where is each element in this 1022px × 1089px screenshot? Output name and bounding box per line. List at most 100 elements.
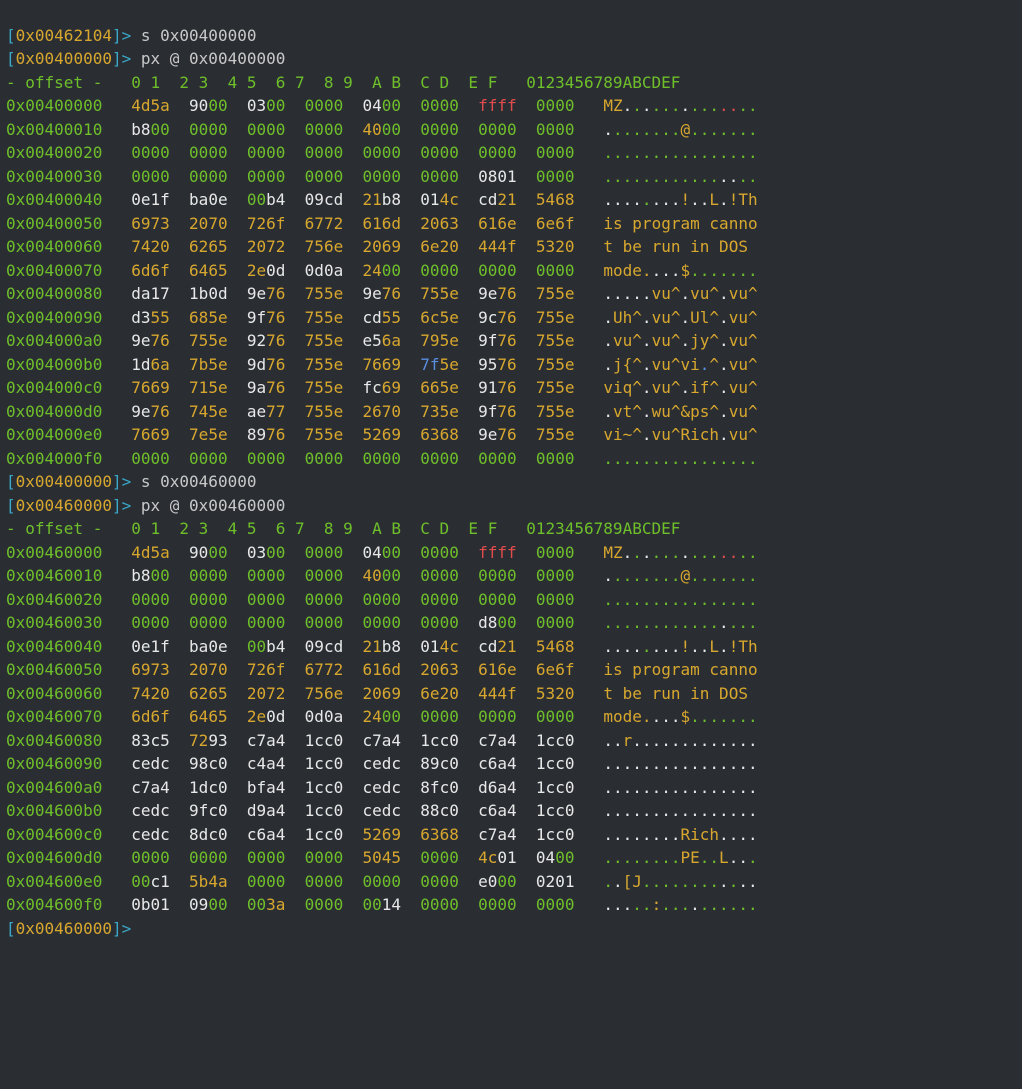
hex-byte: 68	[555, 637, 574, 656]
hex-byte: 00	[440, 261, 459, 280]
hex-byte: 9e	[131, 331, 150, 350]
row-address: 0x004600b0	[6, 801, 122, 820]
row-address: 0x00460070	[6, 707, 122, 726]
hex-byte: 00	[247, 590, 266, 609]
hex-byte: 68	[189, 308, 208, 327]
hex-byte: 1c	[536, 801, 555, 820]
ascii-char: .	[603, 848, 613, 867]
hex-byte: 00	[440, 543, 459, 562]
hex-byte: 6f	[151, 707, 170, 726]
command-text[interactable]: s 0x00460000	[141, 472, 257, 491]
ascii-char: .	[700, 167, 710, 186]
hex-byte: 00	[362, 895, 381, 914]
hex-byte: a4	[497, 754, 516, 773]
ascii-char: .	[719, 120, 729, 139]
terminal[interactable]: [0x00462104]> s 0x00400000[0x00400000]> …	[0, 24, 1022, 949]
hex-byte: 5e	[440, 402, 459, 421]
ascii-char: .	[603, 872, 613, 891]
ascii-char: .	[642, 778, 652, 797]
col-header: E F	[459, 73, 507, 92]
row-address: 0x00460080	[6, 731, 122, 750]
hex-byte: ff	[497, 96, 516, 115]
ascii-char: .	[729, 543, 739, 562]
hex-byte: 00	[266, 848, 285, 867]
ascii-char: u	[738, 402, 748, 421]
ascii-char: .	[652, 801, 662, 820]
hex-byte: 00	[382, 96, 401, 115]
ascii-char: .	[642, 120, 652, 139]
hex-byte: 8d	[189, 825, 208, 844]
hex-row: 0x00400060 7420 6265 2072 756e 2069 6e20…	[6, 235, 1016, 259]
hex-byte: 00	[382, 449, 401, 468]
hex-byte: 09	[305, 637, 324, 656]
prompt-bracket: [	[6, 472, 16, 491]
hex-byte: 5a	[151, 96, 170, 115]
hex-byte: 00	[151, 613, 170, 632]
hex-byte: 00	[362, 613, 381, 632]
ascii-char: .	[603, 402, 613, 421]
hex-byte: c0	[208, 778, 227, 797]
hex-byte: 5e	[440, 284, 459, 303]
ascii-char: ~	[623, 425, 633, 444]
row-address: 0x004000d0	[6, 402, 122, 421]
ascii-char: i	[603, 214, 613, 233]
ascii-char: .	[690, 543, 700, 562]
hex-byte: 5e	[555, 378, 574, 397]
command-text[interactable]: px @ 0x00400000	[141, 49, 286, 68]
ascii-char: .	[632, 284, 642, 303]
hex-byte: c0	[324, 731, 343, 750]
hex-byte: 6e	[324, 684, 343, 703]
ascii-char	[623, 214, 633, 233]
ascii-char: .	[680, 872, 690, 891]
hex-byte: a4	[497, 801, 516, 820]
ascii-char: O	[729, 684, 739, 703]
ascii-char: .	[748, 754, 758, 773]
ascii-char: v	[603, 378, 613, 397]
ascii-char: .	[632, 754, 642, 773]
ascii-char: .	[719, 590, 729, 609]
ascii-char: ^	[748, 308, 758, 327]
hex-byte: 40	[362, 566, 381, 585]
ascii-char: .	[729, 143, 739, 162]
hex-byte: c7	[362, 731, 381, 750]
hex-byte: 0d	[266, 707, 285, 726]
col-header: E F	[459, 519, 507, 538]
hex-byte: 75	[536, 355, 555, 374]
hex-byte: 5e	[324, 284, 343, 303]
hex-byte: 01	[497, 167, 516, 186]
hex-byte: 69	[382, 355, 401, 374]
hex-byte: 00	[266, 566, 285, 585]
ascii-char: .	[680, 801, 690, 820]
row-address: 0x004600e0	[6, 872, 122, 891]
hex-byte: 1c	[305, 754, 324, 773]
ascii-char: .	[690, 613, 700, 632]
hex-byte: 00	[324, 120, 343, 139]
ascii-char: .	[709, 801, 719, 820]
hex-byte: 61	[478, 660, 497, 679]
hex-byte: 24	[362, 707, 381, 726]
ascii-char: .	[603, 284, 613, 303]
hex-byte: 1d	[131, 355, 150, 374]
row-address: 0x004000e0	[6, 425, 122, 444]
ascii-char: v	[652, 284, 662, 303]
ascii-char: .	[680, 754, 690, 773]
hex-byte: 6c	[420, 308, 439, 327]
ascii-char: .	[738, 261, 748, 280]
command-text[interactable]: s 0x00400000	[141, 26, 257, 45]
ascii-char: .	[603, 355, 613, 374]
hex-byte: 00	[440, 848, 459, 867]
ascii-char: .	[632, 449, 642, 468]
hex-byte: 6f	[266, 214, 285, 233]
ascii-char: q	[623, 378, 633, 397]
command-text[interactable]: px @ 0x00460000	[141, 496, 286, 515]
row-address: 0x004000c0	[6, 378, 122, 397]
ascii-char: .	[632, 895, 642, 914]
hex-byte: c7	[247, 731, 266, 750]
hex-byte: dc	[151, 801, 170, 820]
ascii-char: .	[603, 613, 613, 632]
hex-byte: 6a	[382, 331, 401, 350]
ascii-char: .	[719, 425, 729, 444]
hex-byte: 5a	[151, 543, 170, 562]
hex-byte: 00	[478, 143, 497, 162]
ascii-char: .	[748, 566, 758, 585]
